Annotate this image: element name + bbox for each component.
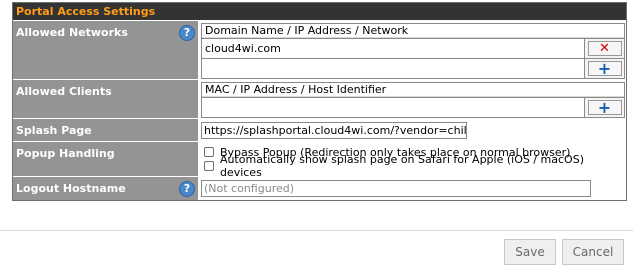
plus-icon: + <box>597 97 612 117</box>
allowed-clients-label: Allowed Clients <box>13 80 198 118</box>
logout-hostname-label-text: Logout Hostname <box>16 182 126 195</box>
remove-network-button[interactable]: ✕ <box>584 39 624 58</box>
allowed-clients-row: Allowed Clients MAC / IP Address / Host … <box>13 79 626 118</box>
allowed-networks-label: Allowed Networks ? <box>13 21 198 79</box>
close-icon: ✕ <box>599 41 610 56</box>
save-button[interactable]: Save <box>504 239 556 265</box>
plus-icon: + <box>597 58 612 78</box>
help-icon[interactable]: ? <box>179 181 195 197</box>
logout-hostname-row: Logout Hostname ? (Not configured) <box>13 176 626 200</box>
allowed-networks-row: Allowed Networks ? Domain Name / IP Addr… <box>13 20 626 79</box>
cancel-button[interactable]: Cancel <box>562 239 624 265</box>
splash-page-row: Splash Page https://splashportal.cloud4w… <box>13 118 626 141</box>
new-network-input[interactable] <box>202 59 584 78</box>
allowed-clients-label-text: Allowed Clients <box>16 85 112 98</box>
auto-splash-safari-checkbox[interactable] <box>204 161 214 171</box>
popup-handling-value: Bypass Popup (Redirection only takes pla… <box>198 142 626 179</box>
splash-page-value: https://splashportal.cloud4wi.com/?vendo… <box>198 119 626 141</box>
add-network-button[interactable]: + <box>584 59 624 78</box>
help-icon[interactable]: ? <box>179 25 195 41</box>
popup-handling-row: Popup Handling Bypass Popup (Redirection… <box>13 141 626 179</box>
portal-access-settings-panel: Portal Access Settings Allowed Networks … <box>12 2 627 201</box>
logout-hostname-value: (Not configured) <box>198 177 626 200</box>
new-client-input[interactable] <box>202 98 584 117</box>
add-client-button[interactable]: + <box>584 98 624 117</box>
splash-page-label-text: Splash Page <box>16 124 92 137</box>
logout-hostname-input[interactable]: (Not configured) <box>201 180 591 197</box>
panel-title: Portal Access Settings <box>13 3 626 20</box>
footer-divider <box>0 230 633 231</box>
new-client-line: + <box>202 97 624 117</box>
logout-hostname-label: Logout Hostname ? <box>13 177 198 200</box>
grid-column-header: MAC / IP Address / Host Identifier <box>202 83 624 97</box>
bypass-popup-checkbox[interactable] <box>204 147 214 157</box>
grid-column-header: Domain Name / IP Address / Network <box>202 24 624 38</box>
allowed-networks-label-text: Allowed Networks <box>16 26 128 39</box>
list-item: cloud4wi.com ✕ <box>202 38 624 58</box>
splash-page-label: Splash Page <box>13 119 198 141</box>
auto-splash-safari-option[interactable]: Automatically show splash page on Safari… <box>199 153 626 179</box>
allowed-networks-grid: Domain Name / IP Address / Network cloud… <box>201 23 625 79</box>
allowed-clients-grid: MAC / IP Address / Host Identifier + <box>201 82 625 118</box>
popup-handling-label: Popup Handling <box>13 142 198 176</box>
network-entry[interactable]: cloud4wi.com <box>202 39 584 58</box>
auto-splash-safari-label: Automatically show splash page on Safari… <box>219 153 584 179</box>
popup-handling-label-text: Popup Handling <box>16 147 115 160</box>
new-network-line: + <box>202 58 624 78</box>
allowed-clients-value: MAC / IP Address / Host Identifier + <box>198 80 626 118</box>
allowed-networks-value: Domain Name / IP Address / Network cloud… <box>198 21 626 79</box>
splash-page-input[interactable]: https://splashportal.cloud4wi.com/?vendo… <box>201 122 467 139</box>
